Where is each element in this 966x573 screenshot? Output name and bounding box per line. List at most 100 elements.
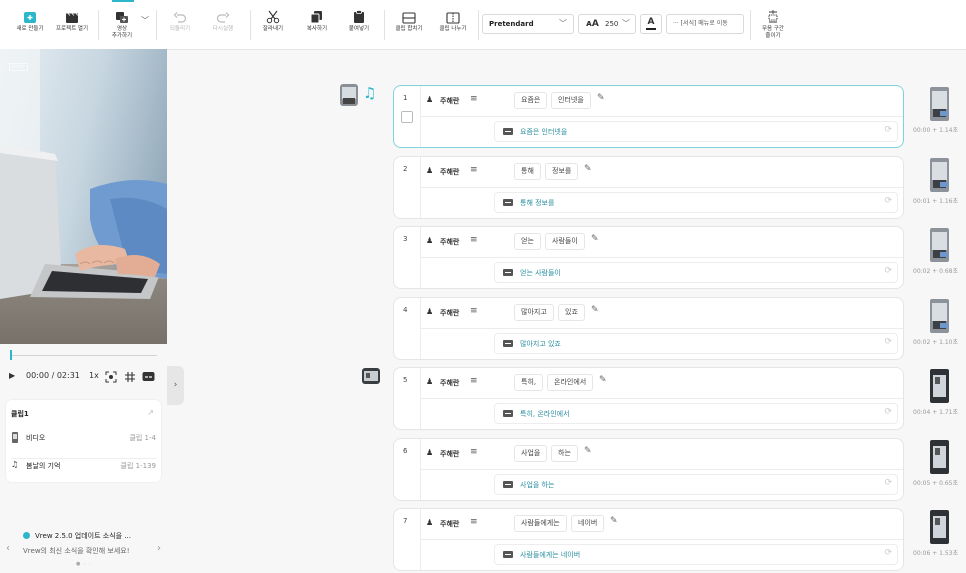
split-clip-button[interactable]: 클립 나누기: [434, 0, 472, 48]
speaker-icon[interactable]: ♟︎: [426, 518, 433, 527]
speaker-name[interactable]: 주해란: [440, 96, 459, 106]
subtitle-text[interactable]: 많아지고 있죠: [520, 339, 561, 349]
menu-icon[interactable]: ≡: [470, 165, 478, 175]
speaker-name[interactable]: 주해란: [440, 308, 459, 318]
clip-row[interactable]: 4 ♟︎ 주해란 ≡ 많아지고 있죠 ✎ 많아지고 있죠 ⟳: [393, 297, 904, 360]
word-chip[interactable]: 요즘은: [514, 92, 548, 109]
subtitle-box[interactable]: 요즘은 인터넷을 ⟳: [494, 121, 898, 142]
chevron-left-icon[interactable]: ‹: [6, 543, 10, 554]
subtitle-text[interactable]: 사업을 하는: [520, 480, 554, 490]
word-chip[interactable]: 있죠: [558, 304, 585, 321]
new-project-button[interactable]: 새로 만들기: [10, 0, 50, 48]
clip-thumbnail[interactable]: [930, 299, 949, 333]
subtitle-box[interactable]: 얻는 사람들이 ⟳: [494, 262, 898, 283]
word-chip[interactable]: 특히,: [514, 374, 544, 391]
word-chip[interactable]: 얻는: [514, 233, 541, 250]
redo-button[interactable]: 다시실행: [206, 0, 240, 48]
video-track-thumbnail-2[interactable]: [362, 368, 380, 384]
clip-row[interactable]: 7 ♟︎ 주해란 ≡ 사람들에게는 네이버 ✎ 사람들에게는 네이버 ⟳: [393, 508, 904, 571]
track-row-music[interactable]: ♫ 봄날의 기억 클립 1-139: [11, 458, 156, 476]
clip-row[interactable]: 5 ♟︎ 주해란 ≡ 특히, 온라인에서 ✎ 특히, 온라인에서 ⟳: [393, 367, 904, 430]
subtitle-text[interactable]: 통해 정보를: [520, 198, 554, 208]
word-chip[interactable]: 사람들에게는: [514, 515, 567, 532]
clip-row[interactable]: 6 ♟︎ 주해란 ≡ 사업을 하는 ✎ 사업을 하는 ⟳: [393, 438, 904, 501]
paste-button[interactable]: 붙여넣기: [344, 0, 374, 48]
word-chip[interactable]: 많아지고: [514, 304, 554, 321]
capture-icon[interactable]: [105, 371, 117, 385]
subtitle-box[interactable]: 특히, 온라인에서 ⟳: [494, 403, 898, 424]
edit-pencil-icon[interactable]: ✎: [584, 446, 592, 456]
format-menu-button[interactable]: ··· [서식] 메뉴로 이동: [666, 14, 744, 34]
edit-pencil-icon[interactable]: ✎: [591, 305, 599, 315]
merge-clips-button[interactable]: 클립 합치기: [392, 0, 426, 48]
playback-speed[interactable]: 1x: [89, 371, 99, 380]
undo-button[interactable]: 되돌리기: [164, 0, 196, 48]
edit-pencil-icon[interactable]: ✎: [610, 516, 618, 526]
menu-icon[interactable]: ≡: [470, 447, 478, 457]
edit-pencil-icon[interactable]: ✎: [597, 93, 605, 103]
speaker-icon[interactable]: ♟︎: [426, 448, 433, 457]
music-note-icon[interactable]: ♫: [363, 84, 376, 102]
subtitle-text[interactable]: 요즘은 인터넷을: [520, 127, 567, 137]
speaker-icon[interactable]: ♟︎: [426, 307, 433, 316]
subtitle-text[interactable]: 특히, 온라인에서: [520, 409, 570, 419]
collapse-panel-button[interactable]: ›: [167, 366, 184, 405]
timeline-scrubber[interactable]: [10, 350, 157, 360]
menu-icon[interactable]: ≡: [470, 306, 478, 316]
word-chip[interactable]: 온라인에서: [547, 374, 594, 391]
menu-icon[interactable]: ≡: [470, 235, 478, 245]
playhead[interactable]: [10, 350, 12, 360]
subtitle-box[interactable]: 사업을 하는 ⟳: [494, 474, 898, 495]
refresh-icon[interactable]: ⟳: [884, 196, 892, 206]
clip-thumbnail[interactable]: [930, 87, 949, 121]
cut-button[interactable]: 잘라내기: [258, 0, 288, 48]
speaker-icon[interactable]: ♟︎: [426, 377, 433, 386]
edit-pencil-icon[interactable]: ✎: [599, 375, 607, 385]
word-chip[interactable]: 인터넷을: [551, 92, 591, 109]
video-track-thumbnail[interactable]: [340, 84, 358, 106]
clip-thumbnail[interactable]: [930, 228, 949, 262]
grid-icon[interactable]: [124, 371, 136, 385]
news-carousel[interactable]: ‹ Vrew 2.5.0 업데이트 소식을 ... Vrew의 최신 소식을 확…: [6, 525, 161, 573]
clip-checkbox[interactable]: [401, 111, 413, 123]
subtitle-box[interactable]: 통해 정보를 ⟳: [494, 192, 898, 213]
copy-button[interactable]: 복사하기: [302, 0, 332, 48]
refresh-icon[interactable]: ⟳: [884, 407, 892, 417]
chevron-right-icon[interactable]: ›: [157, 543, 161, 554]
refresh-icon[interactable]: ⟳: [884, 266, 892, 276]
edit-pencil-icon[interactable]: ✎: [584, 164, 592, 174]
font-size-select[interactable]: ᴀA 250 ﹀: [578, 14, 636, 34]
subtitle-text[interactable]: 사람들에게는 네이버: [520, 550, 580, 560]
menu-icon[interactable]: ≡: [470, 376, 478, 386]
track-row-video[interactable]: 비디오 클립 1-4: [11, 431, 156, 445]
text-color-button[interactable]: A: [640, 14, 662, 34]
speaker-name[interactable]: 주해란: [440, 167, 459, 177]
clip-thumbnail[interactable]: [930, 510, 949, 544]
video-preview[interactable]: Vrew: [0, 49, 167, 344]
speaker-icon[interactable]: ♟︎: [426, 95, 433, 104]
subtitle-toggle-icon[interactable]: [142, 371, 155, 384]
word-chip[interactable]: 정보를: [545, 163, 579, 180]
subtitle-text[interactable]: 얻는 사람들이: [520, 268, 561, 278]
word-chip[interactable]: 통해: [514, 163, 541, 180]
word-chip[interactable]: 사업을: [514, 445, 548, 462]
clip-row[interactable]: 1 ♟︎ 주해란 ≡ 요즘은 인터넷을 ✎ 요즘은 인터넷을 ⟳: [393, 85, 904, 148]
speaker-icon[interactable]: ♟︎: [426, 166, 433, 175]
word-chip[interactable]: 하는: [551, 445, 578, 462]
add-video-dropdown[interactable]: ﹀: [139, 0, 151, 48]
add-video-button[interactable]: 영상 추가하기: [106, 0, 138, 48]
edit-pencil-icon[interactable]: ✎: [591, 234, 599, 244]
refresh-icon[interactable]: ⟳: [884, 478, 892, 488]
word-chip[interactable]: 사람들이: [545, 233, 585, 250]
clip-row[interactable]: 3 ♟︎ 주해란 ≡ 얻는 사람들이 ✎ 얻는 사람들이 ⟳: [393, 226, 904, 289]
subtitle-box[interactable]: 사람들에게는 네이버 ⟳: [494, 544, 898, 565]
clip-thumbnail[interactable]: [930, 440, 949, 474]
speaker-name[interactable]: 주해란: [440, 378, 459, 388]
word-chip[interactable]: 네이버: [571, 515, 605, 532]
clip-thumbnail[interactable]: [930, 369, 949, 403]
clip-thumbnail[interactable]: [930, 158, 949, 192]
refresh-icon[interactable]: ⟳: [884, 125, 892, 135]
external-link-icon[interactable]: ↗: [147, 408, 154, 417]
refresh-icon[interactable]: ⟳: [884, 548, 892, 558]
clip-row[interactable]: 2 ♟︎ 주해란 ≡ 통해 정보를 ✎ 통해 정보를 ⟳: [393, 156, 904, 219]
